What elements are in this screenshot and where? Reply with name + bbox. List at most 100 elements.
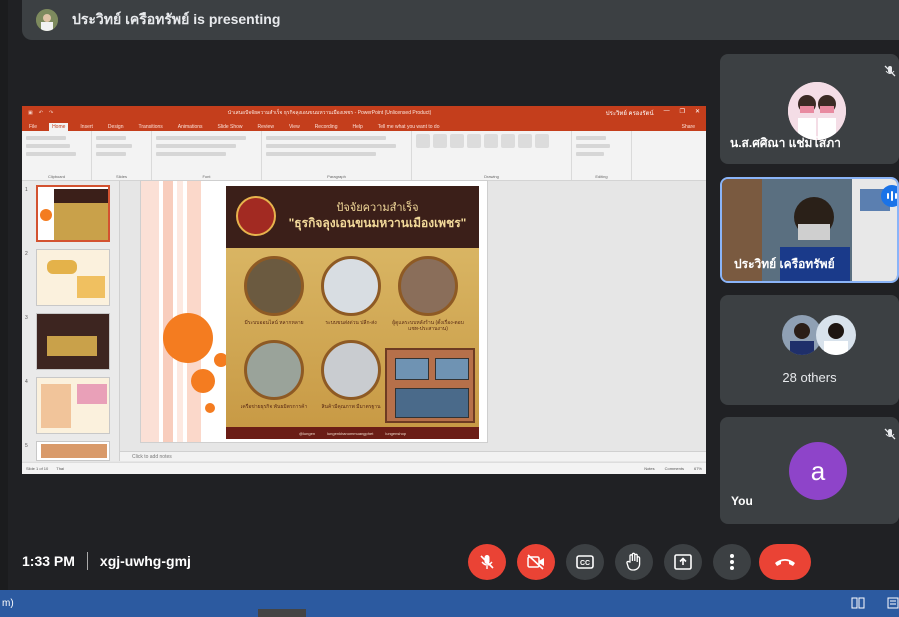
ppt-title: นำเสนอปัจจัยความสำเร็จ ธุรกิจลุงเอนขนมหว… xyxy=(227,109,432,116)
captions-icon: CC xyxy=(576,555,594,569)
item-label: สินค้ามีคุณภาพ มีมาตรฐาน xyxy=(321,404,381,410)
avatar xyxy=(788,82,846,140)
tab-design[interactable]: Design xyxy=(105,123,127,131)
item-label: ระบบขนส่งด่วน ปลีก-ส่ง xyxy=(325,320,377,326)
shared-screen[interactable]: ▣ ↶ ↷ นำเสนอปัจจัยความสำเร็จ ธุรกิจลุงเอ… xyxy=(22,106,706,474)
tab-review[interactable]: Review xyxy=(255,123,277,131)
thumb-number: 5 xyxy=(25,443,28,449)
footer-text: @lungen xyxy=(298,430,316,436)
tab-help[interactable]: Help xyxy=(349,123,365,131)
slide-poster: ปัจจัยความสำเร็จ "ธุรกิจลุงเอนขนมหวานเมื… xyxy=(226,186,479,439)
tab-animations[interactable]: Animations xyxy=(175,123,206,131)
captions-button[interactable]: CC xyxy=(566,544,604,580)
footer-text: lungenkhanommuangphet xyxy=(327,430,374,436)
tab-slide-show[interactable]: Slide Show xyxy=(215,123,246,131)
avatar xyxy=(816,315,856,355)
meet-window: ประวิทย์ เครือทรัพย์ is presenting ▣ ↶ ↷… xyxy=(0,0,899,617)
participant-tile[interactable]: น.ส.ศศิณา แช่มโสภา xyxy=(720,54,899,164)
mic-toggle-button[interactable] xyxy=(468,544,506,580)
ppt-status-bar: Slide 1 of 10 Thai Notes Comments 67% xyxy=(22,462,706,474)
tab-recording[interactable]: Recording xyxy=(312,123,341,131)
panel-icon[interactable] xyxy=(887,596,899,609)
ribbon-group-label: Drawing xyxy=(484,174,499,179)
self-tile[interactable]: a You xyxy=(720,417,899,524)
others-tile[interactable]: 28 others xyxy=(720,295,899,405)
ribbon-slides[interactable]: Slides xyxy=(92,131,152,180)
minimize-icon[interactable]: — xyxy=(664,108,670,118)
tell-me-box[interactable]: Tell me what you want to do xyxy=(375,123,443,131)
participant-name: น.ส.ศศิณา แช่มโสภา xyxy=(730,136,841,150)
slide-thumbnail[interactable] xyxy=(36,377,110,434)
ppt-ribbon: Clipboard Slides Font Paragraph Drawing … xyxy=(22,131,706,181)
ribbon-clipboard[interactable]: Clipboard xyxy=(22,131,92,180)
camera-toggle-button[interactable] xyxy=(517,544,555,580)
mic-off-icon xyxy=(881,62,899,80)
taskbar-handle xyxy=(258,609,306,617)
share-button[interactable]: Share xyxy=(679,123,698,131)
slide-counter: Slide 1 of 10 xyxy=(26,466,49,471)
ribbon-editing[interactable]: Editing xyxy=(572,131,632,180)
photo-network xyxy=(244,340,304,400)
zoom-level[interactable]: 67% xyxy=(694,466,702,471)
presenting-bar: ประวิทย์ เครือทรัพย์ is presenting xyxy=(22,0,899,40)
photo-online xyxy=(244,256,304,316)
camera-off-icon xyxy=(527,554,544,570)
slide-thumbnail[interactable] xyxy=(36,185,110,242)
poster-footer: @lungen lungenkhanommuangphet lungenshop xyxy=(226,427,479,439)
tab-home[interactable]: Home xyxy=(49,123,69,131)
comments-button[interactable]: Comments xyxy=(665,466,684,471)
ppt-title-bar: ▣ ↶ ↷ นำเสนอปัจจัยความสำเร็จ ธุรกิจลุงเอ… xyxy=(22,106,706,119)
photo-vans xyxy=(321,256,381,316)
end-call-button[interactable] xyxy=(759,544,811,580)
notes-pane[interactable]: Click to add notes xyxy=(120,451,706,461)
deco-circle xyxy=(191,369,215,393)
slide-thumbnail[interactable] xyxy=(36,249,110,306)
meeting-code[interactable]: xgj-uwhg-gmj xyxy=(100,553,191,569)
self-avatar: a xyxy=(789,442,847,500)
ribbon-font[interactable]: Font xyxy=(152,131,262,180)
more-options-button[interactable] xyxy=(713,544,751,580)
tab-transitions[interactable]: Transitions xyxy=(136,123,166,131)
ribbon-group-label: Slides xyxy=(116,174,127,179)
presenting-title: ประวิทย์ เครือทรัพย์ is presenting xyxy=(72,11,281,27)
notes-button[interactable]: Notes xyxy=(644,466,654,471)
speaking-indicator xyxy=(881,185,897,207)
deco-circle xyxy=(163,313,213,363)
item-label: ผู้ดูแลระบบหลังร้าน (ตั้งเรื่อง-ตอบแชท-ป… xyxy=(392,320,464,332)
presenter-avatar xyxy=(36,9,58,31)
redo-icon[interactable]: ↷ xyxy=(49,110,53,116)
ribbon-drawing[interactable]: Drawing xyxy=(412,131,572,180)
tab-insert[interactable]: Insert xyxy=(77,123,96,131)
hand-icon xyxy=(626,552,641,571)
slide-thumbnail[interactable] xyxy=(36,441,110,461)
taskbar-text: m) xyxy=(2,598,14,609)
ribbon-paragraph[interactable]: Paragraph xyxy=(262,131,412,180)
slide-thumbnail[interactable] xyxy=(36,313,110,370)
left-edge xyxy=(0,0,8,590)
tab-view[interactable]: View xyxy=(286,123,303,131)
others-count: 28 others xyxy=(782,370,837,385)
participant-name: ประวิทย์ เครือทรัพย์ xyxy=(734,257,835,271)
thumb-number: 1 xyxy=(25,187,28,193)
close-icon[interactable]: ✕ xyxy=(695,108,700,118)
ribbon-group-label: Font xyxy=(202,174,211,179)
restore-icon[interactable]: ❐ xyxy=(680,108,685,118)
thumb-number: 3 xyxy=(25,315,28,321)
reader-icon[interactable] xyxy=(851,596,865,609)
present-button[interactable] xyxy=(664,544,702,580)
raise-hand-button[interactable] xyxy=(615,544,653,580)
deco-circle xyxy=(205,403,215,413)
save-icon[interactable]: ▣ xyxy=(28,110,33,116)
slide-thumbnails[interactable]: 1 2 3 4 5 xyxy=(22,181,120,461)
tab-file[interactable]: File xyxy=(26,123,40,131)
ribbon-group-label: Editing xyxy=(595,174,608,179)
participant-tile-active[interactable]: ประวิทย์ เครือทรัพย์ xyxy=(720,177,899,283)
current-slide[interactable]: ปัจจัยความสำเร็จ "ธุรกิจลุงเอนขนมหวานเมื… xyxy=(140,180,488,443)
item-label: มีระบบออนไลน์ หลากหลาย xyxy=(244,320,304,326)
item-label: เครือข่ายธุรกิจ พันธมิตรการค้า xyxy=(240,404,308,410)
ribbon-group-label: Clipboard xyxy=(47,174,66,179)
hang-up-icon xyxy=(775,559,795,566)
mic-off-icon xyxy=(881,425,899,443)
svg-text:CC: CC xyxy=(580,560,590,567)
undo-icon[interactable]: ↶ xyxy=(39,110,43,116)
